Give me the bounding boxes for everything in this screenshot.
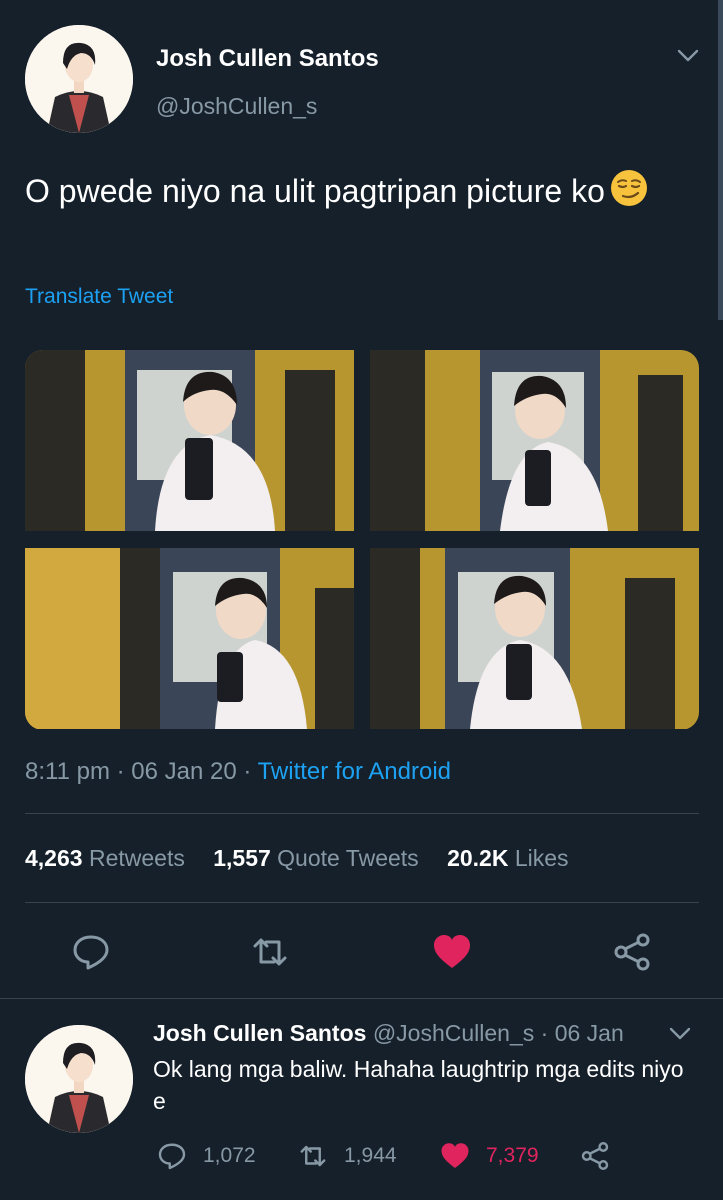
avatar-illustration <box>25 25 133 133</box>
translate-tweet-link[interactable]: Translate Tweet <box>25 285 173 309</box>
quote-tweets-count[interactable]: 1,557 <box>213 845 271 871</box>
reply-date[interactable]: · 06 Jan <box>541 1020 624 1046</box>
tweet-photo[interactable] <box>370 350 699 531</box>
reply-author-name[interactable]: Josh Cullen Santos <box>153 1020 366 1046</box>
reply-share-action[interactable] <box>580 1140 610 1172</box>
quote-tweets-label[interactable]: Quote Tweets <box>277 845 419 871</box>
reply-icon[interactable] <box>157 1141 187 1171</box>
retweet-count: 1,944 <box>344 1144 397 1167</box>
retweets-count[interactable]: 4,263 <box>25 845 83 871</box>
avatar-illustration <box>25 1025 133 1133</box>
reply-author-handle[interactable]: @JoshCullen_s <box>373 1020 534 1046</box>
likes-label[interactable]: Likes <box>515 845 569 871</box>
tweet-timestamp: 8:11 pm · 06 Jan 20 · Twitter for Androi… <box>25 758 451 786</box>
author-name[interactable]: Josh Cullen Santos <box>156 45 379 73</box>
separator: · <box>109 758 132 785</box>
like-icon[interactable] <box>432 932 472 972</box>
reply-author-avatar[interactable] <box>25 1025 133 1133</box>
reply-text: Ok lang mga baliw. Hahaha laughtrip mga … <box>153 1056 684 1114</box>
tweet-photo[interactable] <box>370 548 699 729</box>
likes-count[interactable]: 20.2K <box>447 845 508 871</box>
divider <box>25 902 699 903</box>
tweet-date[interactable]: 06 Jan 20 <box>131 758 236 785</box>
separator: · <box>236 758 258 785</box>
share-icon[interactable] <box>612 932 652 972</box>
like-count: 7,379 <box>486 1144 539 1167</box>
tweet-time[interactable]: 8:11 pm <box>25 758 110 785</box>
reply-reply-action[interactable]: 1,072 <box>157 1140 256 1172</box>
tweet-source-link[interactable]: Twitter for Android <box>258 758 451 785</box>
chevron-down-icon[interactable] <box>668 1026 692 1042</box>
reply-count: 1,072 <box>203 1144 256 1167</box>
author-handle[interactable]: @JoshCullen_s <box>156 93 317 120</box>
tweet-text: O pwede niyo na ulit pagtripan picture k… <box>25 168 685 213</box>
reply-retweet-action[interactable]: 1,944 <box>298 1140 397 1172</box>
tweet-photo[interactable] <box>25 548 354 729</box>
chevron-down-icon[interactable] <box>676 48 700 64</box>
divider <box>25 813 699 814</box>
author-avatar[interactable] <box>25 25 133 133</box>
divider <box>0 998 723 999</box>
reply-icon[interactable] <box>71 932 111 972</box>
reply-header: Josh Cullen Santos @JoshCullen_s · 06 Ja… <box>153 1020 624 1047</box>
retweet-icon[interactable] <box>250 932 290 972</box>
like-icon[interactable] <box>440 1141 470 1171</box>
tweet-stats: 4,263 Retweets 1,557 Quote Tweets 20.2K … <box>25 845 591 872</box>
tweet-photo[interactable] <box>25 350 354 531</box>
retweets-label[interactable]: Retweets <box>89 845 185 871</box>
share-icon[interactable] <box>580 1141 610 1171</box>
retweet-icon[interactable] <box>298 1141 328 1171</box>
media-grid <box>25 350 699 730</box>
scrollbar[interactable] <box>718 0 723 320</box>
reply-like-action[interactable]: 7,379 <box>440 1140 539 1172</box>
smirking-face-icon <box>609 168 649 208</box>
